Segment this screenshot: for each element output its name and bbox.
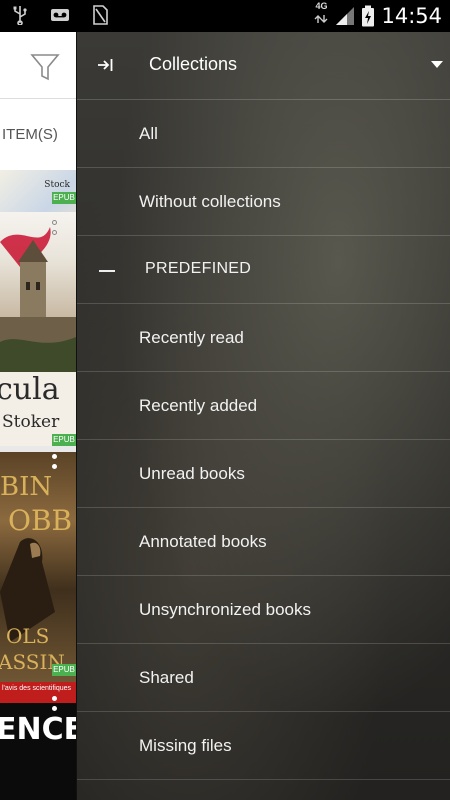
collection-item-label: Unsynchronized books [139, 600, 311, 619]
network-indicator: 4G [313, 2, 329, 29]
collection-item-missing-files[interactable]: Missing files [77, 712, 450, 780]
collection-item-without-collections[interactable]: Without collections [77, 168, 450, 236]
collection-item-label: Annotated books [139, 532, 267, 551]
book-cover[interactable]: l'avis des scientifiques ENCE [0, 682, 76, 800]
library-toolbar [0, 32, 76, 98]
book-cover[interactable]: cula Stoker EPUB [0, 212, 76, 446]
section-label: PREDEFINED [145, 260, 252, 277]
book-tagline-fragment: l'avis des scientifiques [2, 685, 72, 692]
book-menu-icon[interactable] [52, 220, 58, 250]
collection-item-shared[interactable]: Shared [77, 644, 450, 712]
section-header-predefined[interactable]: PREDEFINED [77, 236, 450, 304]
collapse-drawer-icon[interactable] [97, 56, 115, 74]
collections-drawer: Collections All Without collections PRED… [76, 32, 450, 800]
collection-item-label: Without collections [139, 192, 281, 211]
no-sim-icon [93, 5, 108, 25]
collection-item-label: All [139, 124, 158, 143]
book-cover[interactable]: BIN OBB OLS ASSIN EPUB [0, 452, 76, 682]
collection-item-label: Unread books [139, 464, 245, 483]
status-time: 14:54 [381, 3, 442, 28]
drawer-header[interactable]: Collections [77, 32, 450, 100]
book-title-fragment: BIN [0, 472, 53, 502]
item-count-label: ITEM(S) [0, 98, 76, 170]
book-title-fragment: Stock [44, 180, 70, 190]
usb-icon [13, 6, 27, 25]
book-menu-icon[interactable] [52, 454, 58, 484]
collection-item-recently-read[interactable]: Recently read [77, 304, 450, 372]
collapse-section-icon[interactable] [99, 270, 115, 272]
data-arrows-icon [314, 15, 328, 23]
library-pane: ITEM(S) Stock EPUB cula Stoker EPUB BIN … [0, 32, 76, 800]
book-subtitle-fragment: OLS [6, 624, 50, 648]
book-author-fragment: Stoker [2, 412, 60, 432]
collection-item-unsynchronized-books[interactable]: Unsynchronized books [77, 576, 450, 644]
collection-item-recently-added[interactable]: Recently added [77, 372, 450, 440]
drawer-title: Collections [149, 54, 238, 74]
status-bar-right: 4G 14:54 [313, 2, 442, 29]
collection-item-label: Shared [139, 668, 194, 687]
signal-icon [336, 6, 355, 25]
epub-badge: EPUB [52, 434, 76, 446]
collection-item-all[interactable]: All [77, 100, 450, 168]
filter-icon[interactable] [30, 52, 60, 82]
epub-badge: EPUB [52, 664, 76, 676]
book-menu-icon[interactable] [52, 696, 58, 716]
collection-item-annotated-books[interactable]: Annotated books [77, 508, 450, 576]
collection-item-unread-books[interactable]: Unread books [77, 440, 450, 508]
collection-item-label: Recently read [139, 328, 244, 347]
collection-item-label: Missing files [139, 736, 232, 755]
battery-charging-icon [362, 5, 375, 26]
voicemail-icon [51, 9, 69, 21]
network-type: 4G [315, 1, 328, 11]
status-bar-left [12, 5, 108, 25]
book-title-fragment: ENCE [0, 712, 76, 747]
status-bar: 4G 14:54 [0, 0, 450, 32]
epub-badge: EPUB [52, 192, 76, 204]
dropdown-arrow-icon[interactable] [431, 61, 443, 69]
collection-item-label: Recently added [139, 396, 258, 415]
book-title-fragment: cula [0, 372, 60, 407]
castle-illustration [0, 227, 76, 372]
